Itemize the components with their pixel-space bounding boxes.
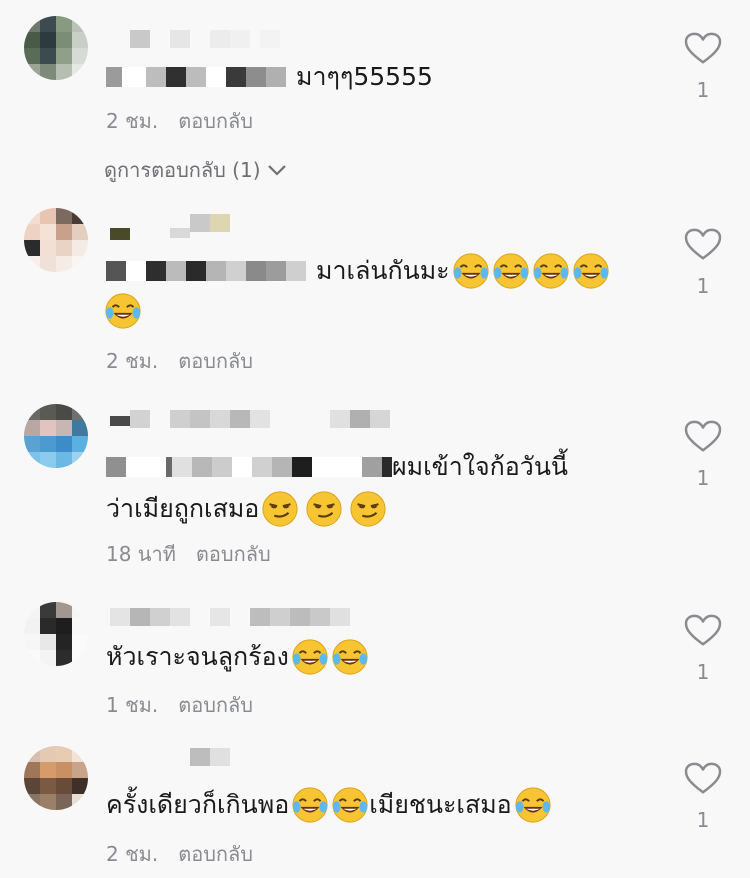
- username[interactable]: [110, 608, 350, 626]
- heart-icon[interactable]: [684, 420, 722, 454]
- smirk-emoji: [305, 490, 343, 528]
- comment-meta: 1 ชม. ตอบกลับ: [106, 689, 253, 721]
- avatar[interactable]: [24, 404, 88, 468]
- heart-icon[interactable]: [684, 32, 722, 66]
- comment-text: ครั้งเดียวก็เกินพอ เมียชนะเสมอ: [106, 784, 640, 826]
- like-count: 1: [696, 808, 710, 832]
- laughing-tears-emoji: [331, 638, 369, 676]
- comment-meta: 2 ชม. ตอบกลับ: [106, 345, 253, 377]
- timestamp: 2 ชม.: [106, 349, 159, 373]
- redacted-mention: [106, 67, 286, 87]
- like-count: 1: [696, 78, 710, 102]
- comment-text: มาๆๆ55555: [106, 56, 640, 98]
- comment-meta: 18 นาที ตอบกลับ: [106, 538, 271, 570]
- reply-button[interactable]: ตอบกลับ: [178, 689, 253, 721]
- emoji-group: [291, 638, 369, 676]
- laughing-tears-emoji: [514, 786, 552, 824]
- like-area: 1: [682, 228, 724, 298]
- comment-text: มาเล่นกันมะ: [106, 250, 640, 330]
- laughing-tears-emoji: [331, 786, 369, 824]
- laughing-tears-emoji: [291, 638, 329, 676]
- reply-button[interactable]: ตอบกลับ: [178, 838, 253, 870]
- smirk-emoji: [349, 490, 387, 528]
- like-area: 1: [682, 614, 724, 684]
- like-count: 1: [696, 660, 710, 684]
- heart-icon[interactable]: [684, 228, 722, 262]
- view-replies-button[interactable]: ดูการตอบกลับ (1): [104, 154, 287, 186]
- reply-button[interactable]: ตอบกลับ: [178, 345, 253, 377]
- smirk-emoji: [261, 490, 299, 528]
- like-area: 1: [682, 32, 724, 102]
- username[interactable]: [110, 410, 390, 428]
- heart-icon[interactable]: [684, 614, 722, 648]
- reply-button[interactable]: ตอบกลับ: [196, 538, 271, 570]
- emoji-group: [291, 786, 369, 824]
- timestamp: 2 ชม.: [106, 109, 159, 133]
- comment-meta: 2 ชม. ตอบกลับ: [106, 105, 253, 137]
- emoji-group: [104, 292, 142, 330]
- avatar[interactable]: [24, 16, 88, 80]
- laughing-tears-emoji: [492, 252, 530, 290]
- timestamp: 1 ชม.: [106, 693, 159, 717]
- laughing-tears-emoji: [291, 786, 329, 824]
- username[interactable]: [110, 214, 230, 240]
- comment-text: หัวเราะจนลูกร้อง: [106, 636, 640, 678]
- like-area: 1: [682, 762, 724, 832]
- timestamp: 2 ชม.: [106, 842, 159, 866]
- heart-icon[interactable]: [684, 762, 722, 796]
- chevron-down-icon: [267, 164, 287, 176]
- username[interactable]: [130, 30, 280, 48]
- avatar[interactable]: [24, 602, 88, 666]
- like-count: 1: [696, 274, 710, 298]
- like-count: 1: [696, 466, 710, 490]
- laughing-tears-emoji: [532, 252, 570, 290]
- avatar[interactable]: [24, 208, 88, 272]
- timestamp: 18 นาที: [106, 542, 176, 566]
- emoji-group: [514, 786, 552, 824]
- emoji-group: [452, 252, 610, 290]
- emoji-group: [261, 490, 387, 528]
- username[interactable]: [190, 748, 230, 766]
- reply-button[interactable]: ตอบกลับ: [178, 105, 253, 137]
- comment-meta: 2 ชม. ตอบกลับ: [106, 838, 253, 870]
- redacted-mention: [106, 457, 392, 477]
- laughing-tears-emoji: [572, 252, 610, 290]
- avatar[interactable]: [24, 746, 88, 810]
- comment-text: ผมเข้าใจก้อวันนี้: [106, 446, 640, 488]
- laughing-tears-emoji: [452, 252, 490, 290]
- redacted-mention: [106, 261, 306, 281]
- comment-text-line2: ว่าเมียถูกเสมอ: [106, 488, 640, 530]
- laughing-tears-emoji: [104, 292, 142, 330]
- like-area: 1: [682, 420, 724, 490]
